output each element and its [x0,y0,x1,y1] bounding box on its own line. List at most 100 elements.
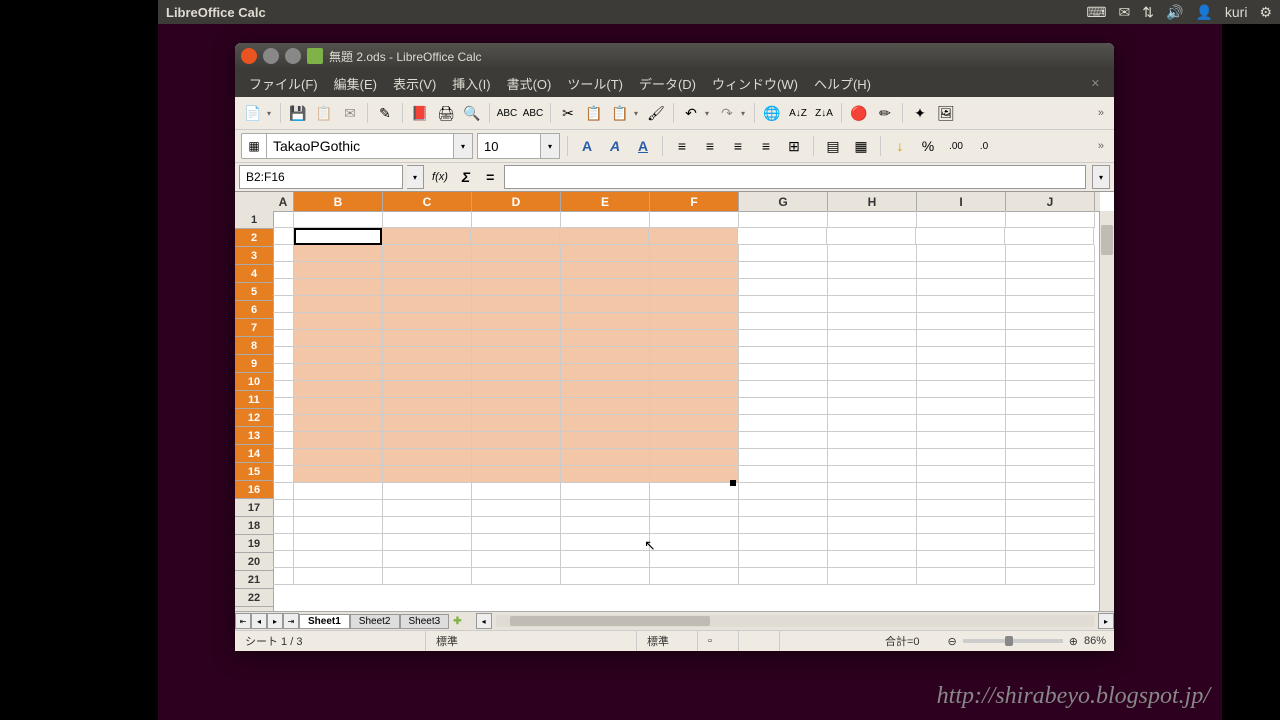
sort-desc-icon[interactable]: Z↓A [812,101,836,125]
cell-H14[interactable] [828,432,917,449]
cell-B7[interactable] [294,313,383,330]
menu-tools[interactable]: ツール(T) [561,71,629,96]
cell-J7[interactable] [1006,313,1095,330]
cell-H11[interactable] [828,381,917,398]
cell-C15[interactable] [383,449,472,466]
cell-A17[interactable] [273,483,294,500]
save-icon[interactable]: 💾 [286,101,310,125]
cell-C10[interactable] [383,364,472,381]
row-header-19[interactable]: 19 [235,535,273,553]
cell-B15[interactable] [294,449,383,466]
cell-D3[interactable] [472,245,561,262]
gear-icon[interactable]: ⚙ [1259,4,1272,21]
navigator-icon[interactable]: ✦ [908,101,932,125]
toolbar-overflow-icon[interactable]: » [1094,107,1108,119]
selection-handle[interactable] [730,480,736,486]
cell-I11[interactable] [917,381,1006,398]
cell-G7[interactable] [739,313,828,330]
cell-F9[interactable] [650,347,739,364]
row-header-17[interactable]: 17 [235,499,273,517]
zoom-out-icon[interactable]: ⊖ [948,635,957,648]
cell-G9[interactable] [739,347,828,364]
col-header-H[interactable]: H [828,192,917,211]
row-header-6[interactable]: 6 [235,301,273,319]
cell-F5[interactable] [650,279,739,296]
cell-D12[interactable] [472,398,561,415]
row-header-10[interactable]: 10 [235,373,273,391]
page-style[interactable]: 標準 [426,631,637,651]
cell-G13[interactable] [739,415,828,432]
cell-B21[interactable] [294,551,383,568]
cut-icon[interactable]: ✂ [556,101,580,125]
sheet-tab-3[interactable]: Sheet3 [400,614,450,629]
tab-next-icon[interactable]: ▸ [267,613,283,629]
cell-I10[interactable] [917,364,1006,381]
tab-first-icon[interactable]: ⇤ [235,613,251,629]
cell-J14[interactable] [1006,432,1095,449]
menu-data[interactable]: データ(D) [633,71,702,96]
cell-format-icon[interactable]: ▦ [849,134,873,158]
cell-F8[interactable] [650,330,739,347]
menu-edit[interactable]: 編集(E) [328,71,383,96]
zoom-in-icon[interactable]: ⊕ [1069,635,1078,648]
cell-J11[interactable] [1006,381,1095,398]
cell-B19[interactable] [294,517,383,534]
cell-J4[interactable] [1006,262,1095,279]
network-icon[interactable]: ⇅ [1142,4,1154,21]
cell-A9[interactable] [273,347,294,364]
col-header-C[interactable]: C [383,192,472,211]
cell-H18[interactable] [828,500,917,517]
row-header-8[interactable]: 8 [235,337,273,355]
font-style-icon[interactable]: ▦ [241,133,267,159]
cell-E22[interactable] [561,568,650,585]
font-name-input[interactable]: TakaoPGothic [267,133,454,159]
cell-H9[interactable] [828,347,917,364]
keyboard-icon[interactable]: ⌨ [1086,4,1106,21]
font-selector[interactable]: ▦ TakaoPGothic ▾ [241,133,473,159]
cell-F17[interactable] [650,483,739,500]
cell-H15[interactable] [828,449,917,466]
cell-B9[interactable] [294,347,383,364]
cell-G12[interactable] [739,398,828,415]
decimal-remove-icon[interactable]: .0 [972,134,996,158]
cell-I22[interactable] [917,568,1006,585]
cell-I2[interactable] [916,228,1005,245]
hscroll-right-icon[interactable]: ▸ [1098,613,1114,629]
cell-A7[interactable] [273,313,294,330]
cell-I7[interactable] [917,313,1006,330]
cell-A2[interactable] [273,228,294,245]
name-box[interactable]: B2:F16 [239,165,403,189]
cell-A3[interactable] [273,245,294,262]
font-dropdown-icon[interactable]: ▾ [454,133,473,159]
cell-B14[interactable] [294,432,383,449]
merge-cells-icon[interactable]: ⊞ [782,134,806,158]
row-header-2[interactable]: 2 [235,229,273,247]
cell-J5[interactable] [1006,279,1095,296]
cell-C14[interactable] [383,432,472,449]
cell-J3[interactable] [1006,245,1095,262]
menu-insert[interactable]: 挿入(I) [446,71,496,96]
cell-H22[interactable] [828,568,917,585]
print-icon[interactable]: 🖨 [434,101,458,125]
edit-icon[interactable]: ✎ [373,101,397,125]
sheet-tab-2[interactable]: Sheet2 [350,614,400,629]
redo-icon[interactable]: ↷ [715,101,739,125]
cell-C11[interactable] [383,381,472,398]
row-header-22[interactable]: 22 [235,589,273,607]
cell-J13[interactable] [1006,415,1095,432]
cell-A13[interactable] [273,415,294,432]
maximize-button[interactable] [285,48,301,64]
align-center-icon[interactable]: ≡ [698,134,722,158]
cell-I21[interactable] [917,551,1006,568]
cell-C1[interactable] [383,211,472,228]
undo-icon[interactable]: ↶ [679,101,703,125]
cell-H21[interactable] [828,551,917,568]
cell-G18[interactable] [739,500,828,517]
cell-F22[interactable] [650,568,739,585]
cell-D21[interactable] [472,551,561,568]
align-left-icon[interactable]: ≡ [670,134,694,158]
cell-grid[interactable] [273,211,1100,611]
row-header-15[interactable]: 15 [235,463,273,481]
format-overflow-icon[interactable]: » [1094,140,1108,152]
cell-J1[interactable] [1006,211,1095,228]
